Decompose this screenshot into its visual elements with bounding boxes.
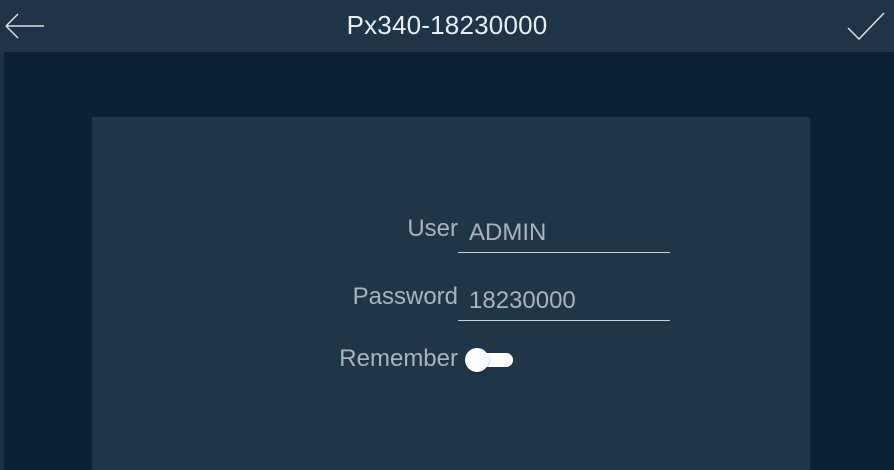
window-edge [0,52,4,470]
toggle-knob [465,348,489,372]
checkmark-icon [847,12,885,41]
settings-window: Px340-18230000 User ADMIN Password 18230… [0,0,894,470]
page-title: Px340-18230000 [346,10,548,40]
remember-label: Remember [339,345,458,372]
remember-toggle[interactable] [463,348,515,372]
password-value: 18230000 [469,287,576,314]
user-field[interactable]: ADMIN [458,213,670,253]
password-label: Password [352,283,458,310]
password-field[interactable]: 18230000 [458,281,670,321]
user-label: User [407,215,458,242]
title-bar: Px340-18230000 [0,0,894,52]
confirm-button[interactable] [846,10,886,44]
user-value: ADMIN [469,219,547,246]
